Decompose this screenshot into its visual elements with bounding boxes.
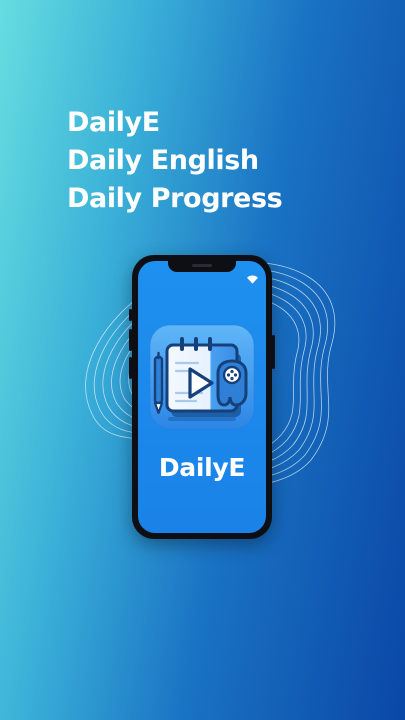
wifi-icon [247,275,258,284]
phone-volume-up [129,329,132,351]
phone-volume-down [129,357,132,379]
phone-mockup: DailyE [129,255,275,539]
notebook-video-gamepad-icon[interactable] [146,321,258,433]
headline: DailyE Daily English Daily Progress [67,104,283,218]
headline-line-3: Daily Progress [67,183,283,214]
phone-notch [168,261,236,272]
headline-line-1: DailyE [67,107,160,138]
phone-power-button [272,335,275,369]
phone-screen: DailyE [138,261,266,533]
app-name-label: DailyE [158,453,246,482]
headline-line-2: Daily English [67,145,259,176]
phone-mute-switch [129,309,132,321]
